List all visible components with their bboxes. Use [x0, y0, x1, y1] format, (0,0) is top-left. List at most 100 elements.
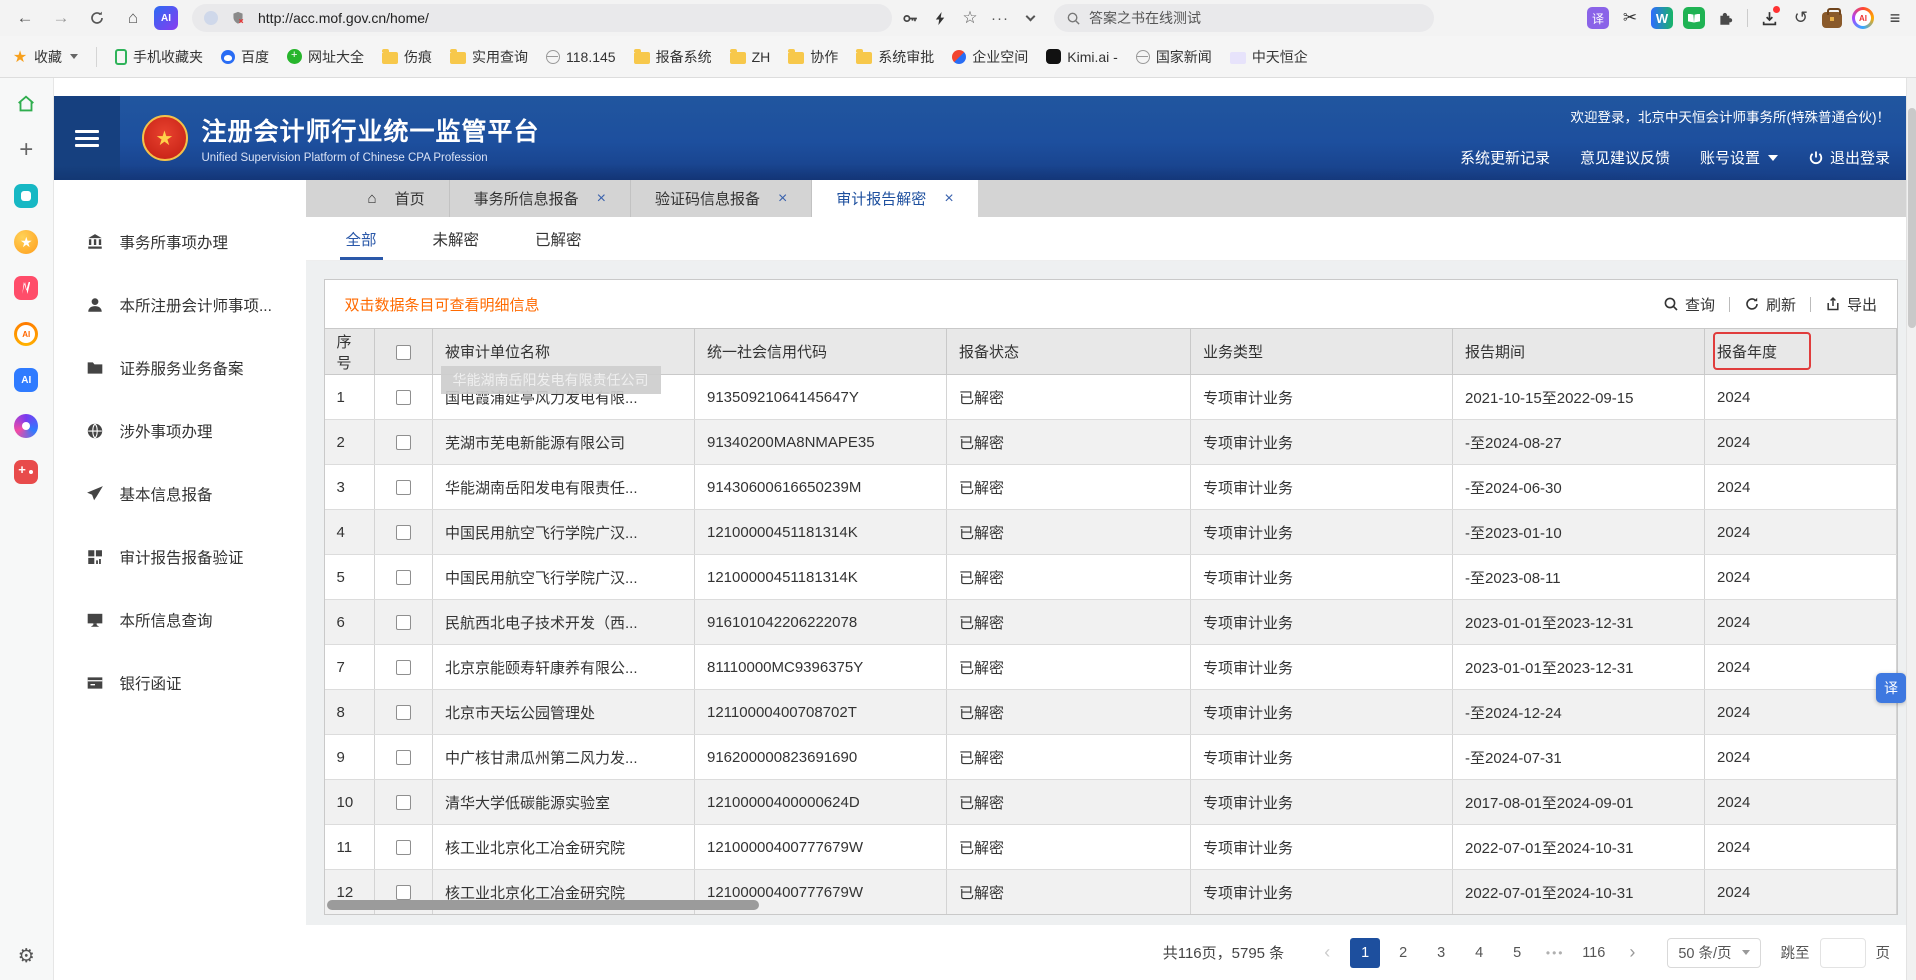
- address-bar[interactable]: http://acc.mof.gov.cn/home/: [192, 4, 892, 32]
- table-row[interactable]: 5中国民用航空飞行学院广汉...12100000451181314K已解密专项审…: [325, 555, 1897, 600]
- bookmark-item[interactable]: ZH: [730, 49, 771, 65]
- settings-gear-icon[interactable]: ⚙: [18, 945, 35, 968]
- tab-1[interactable]: 事务所信息报备×: [450, 180, 631, 217]
- table-row[interactable]: 4中国民用航空飞行学院广汉...12100000451181314K已解密专项审…: [325, 510, 1897, 555]
- purple-app-icon[interactable]: [14, 414, 38, 438]
- row-checkbox[interactable]: [396, 390, 411, 405]
- bookmark-item[interactable]: 协作: [788, 47, 838, 67]
- more-tools-icon[interactable]: ···: [988, 5, 1012, 31]
- table-row[interactable]: 2芜湖市芜电新能源有限公司91340200MA8NMAPE35已解密专项审计业务…: [325, 420, 1897, 465]
- header-link-2[interactable]: 账号设置: [1700, 147, 1778, 168]
- page-size-select[interactable]: 50 条/页: [1667, 938, 1760, 968]
- quick-search-box[interactable]: 答案之书在线测试: [1054, 4, 1434, 32]
- row-checkbox[interactable]: [396, 525, 411, 540]
- bookmark-item[interactable]: 百度: [221, 47, 269, 67]
- extensions-icon[interactable]: [1715, 7, 1737, 29]
- page-button-1[interactable]: 1: [1350, 938, 1380, 968]
- scissors-icon[interactable]: ✂: [1619, 7, 1641, 29]
- row-checkbox[interactable]: [396, 840, 411, 855]
- wps-icon[interactable]: W: [1651, 7, 1673, 29]
- row-checkbox[interactable]: [396, 570, 411, 585]
- home-icon[interactable]: [14, 92, 38, 116]
- page-button-5[interactable]: 5: [1502, 938, 1532, 968]
- page-button-4[interactable]: 4: [1464, 938, 1494, 968]
- tab-3[interactable]: 审计报告解密×: [812, 180, 977, 217]
- row-checkbox[interactable]: [396, 885, 411, 900]
- favorites-app-icon[interactable]: ★: [14, 230, 38, 254]
- table-row[interactable]: 11核工业北京化工冶金研究院12100000400777679W已解密专项审计业…: [325, 825, 1897, 870]
- horizontal-scrollbar[interactable]: [327, 900, 759, 910]
- table-row[interactable]: 10清华大学低碳能源实验室12100000400000624D已解密专项审计业务…: [325, 780, 1897, 825]
- teal-app-icon[interactable]: [14, 184, 38, 208]
- sidebar-item-2[interactable]: 证券服务业务备案: [54, 336, 306, 399]
- tab-2[interactable]: 验证码信息报备×: [631, 180, 812, 217]
- sidebar-toggle-button[interactable]: [54, 96, 120, 180]
- sidebar-item-6[interactable]: 本所信息查询: [54, 588, 306, 651]
- url-text[interactable]: http://acc.mof.gov.cn/home/: [258, 10, 880, 26]
- close-icon[interactable]: ×: [597, 190, 606, 208]
- forward-icon[interactable]: →: [46, 4, 76, 32]
- table-row[interactable]: 6民航西北电子技术开发（西...916101042206222078已解密专项审…: [325, 600, 1897, 645]
- bookmark-item[interactable]: 118.145: [546, 49, 616, 65]
- bookmark-item[interactable]: 手机收藏夹: [115, 47, 203, 67]
- row-checkbox[interactable]: [396, 435, 411, 450]
- bookmark-item[interactable]: 实用查询: [450, 47, 528, 67]
- close-icon[interactable]: ×: [778, 190, 787, 208]
- sidebar-item-7[interactable]: 银行函证: [54, 651, 306, 714]
- menu-icon[interactable]: ≡: [1884, 7, 1906, 29]
- header-link-1[interactable]: 意见建议反馈: [1580, 147, 1670, 168]
- ai-blue-app-icon[interactable]: AI: [14, 368, 38, 392]
- sidebar-item-4[interactable]: 基本信息报备: [54, 462, 306, 525]
- close-icon[interactable]: ×: [944, 190, 953, 208]
- sidebar-item-3[interactable]: 涉外事项办理: [54, 399, 306, 462]
- translate-icon[interactable]: 译: [1587, 7, 1609, 29]
- bookmark-item[interactable]: 国家新闻: [1136, 47, 1212, 67]
- bookmark-item[interactable]: ★收藏: [12, 47, 78, 67]
- home-icon[interactable]: ⌂: [118, 4, 148, 32]
- subtab-2[interactable]: 已解密: [535, 217, 582, 260]
- site-info-icon[interactable]: [204, 11, 218, 25]
- row-checkbox[interactable]: [396, 480, 411, 495]
- bookmark-item[interactable]: Kimi.ai -: [1046, 49, 1118, 65]
- row-checkbox[interactable]: [396, 660, 411, 675]
- table-row[interactable]: 8北京市天坛公园管理处12110000400708702T已解密专项审计业务-至…: [325, 690, 1897, 735]
- refresh-button[interactable]: 刷新: [1744, 294, 1796, 315]
- game-app-icon[interactable]: [14, 460, 38, 484]
- page-scrollbar-track[interactable]: [1906, 78, 1916, 980]
- bookmark-item[interactable]: 中天恒企: [1230, 47, 1308, 67]
- red-app-icon[interactable]: [14, 276, 38, 300]
- header-link-3[interactable]: 退出登录: [1808, 147, 1890, 168]
- row-checkbox[interactable]: [396, 795, 411, 810]
- browser-ai-logo-icon[interactable]: AI: [154, 6, 178, 30]
- bookmark-item[interactable]: 报备系统: [634, 47, 712, 67]
- book-icon[interactable]: [1683, 7, 1705, 29]
- subtab-0[interactable]: 全部: [346, 217, 377, 260]
- toolbar-collapse-icon[interactable]: [1018, 5, 1042, 31]
- page-button-3[interactable]: 3: [1426, 938, 1456, 968]
- sidebar-item-5[interactable]: 审计报告报备验证: [54, 525, 306, 588]
- floating-translate-button[interactable]: 译: [1876, 673, 1906, 703]
- bookmark-item[interactable]: 企业空间: [952, 47, 1028, 67]
- undo-icon[interactable]: ↺: [1790, 7, 1812, 29]
- row-checkbox[interactable]: [396, 750, 411, 765]
- bookmark-star-icon[interactable]: ☆: [958, 5, 982, 31]
- row-checkbox[interactable]: [396, 705, 411, 720]
- ai-ring-app-icon[interactable]: AI: [14, 322, 38, 346]
- bookmark-item[interactable]: 伤痕: [382, 47, 432, 67]
- reload-icon[interactable]: [82, 4, 112, 32]
- header-link-0[interactable]: 系统更新记录: [1460, 147, 1550, 168]
- table-row[interactable]: 3华能湖南岳阳发电有限责任...91430600616650239M已解密专项审…: [325, 465, 1897, 510]
- lightning-icon[interactable]: [928, 5, 952, 31]
- subtab-1[interactable]: 未解密: [433, 217, 480, 260]
- search-button[interactable]: 查询: [1663, 294, 1715, 315]
- prev-page-button[interactable]: ‹: [1312, 938, 1342, 968]
- bookmark-item[interactable]: 网址大全: [287, 47, 364, 67]
- new-tab-icon[interactable]: +: [14, 138, 38, 162]
- search-text[interactable]: 答案之书在线测试: [1089, 8, 1201, 28]
- bookmark-item[interactable]: 系统审批: [856, 47, 934, 67]
- table-row[interactable]: 7北京京能颐寿轩康养有限公...81110000MC9396375Y已解密专项审…: [325, 645, 1897, 690]
- bookmarks-caret-icon[interactable]: [70, 54, 78, 59]
- jump-page-input[interactable]: [1820, 938, 1866, 968]
- sidebar-item-0[interactable]: 事务所事项办理: [54, 210, 306, 273]
- row-checkbox[interactable]: [396, 615, 411, 630]
